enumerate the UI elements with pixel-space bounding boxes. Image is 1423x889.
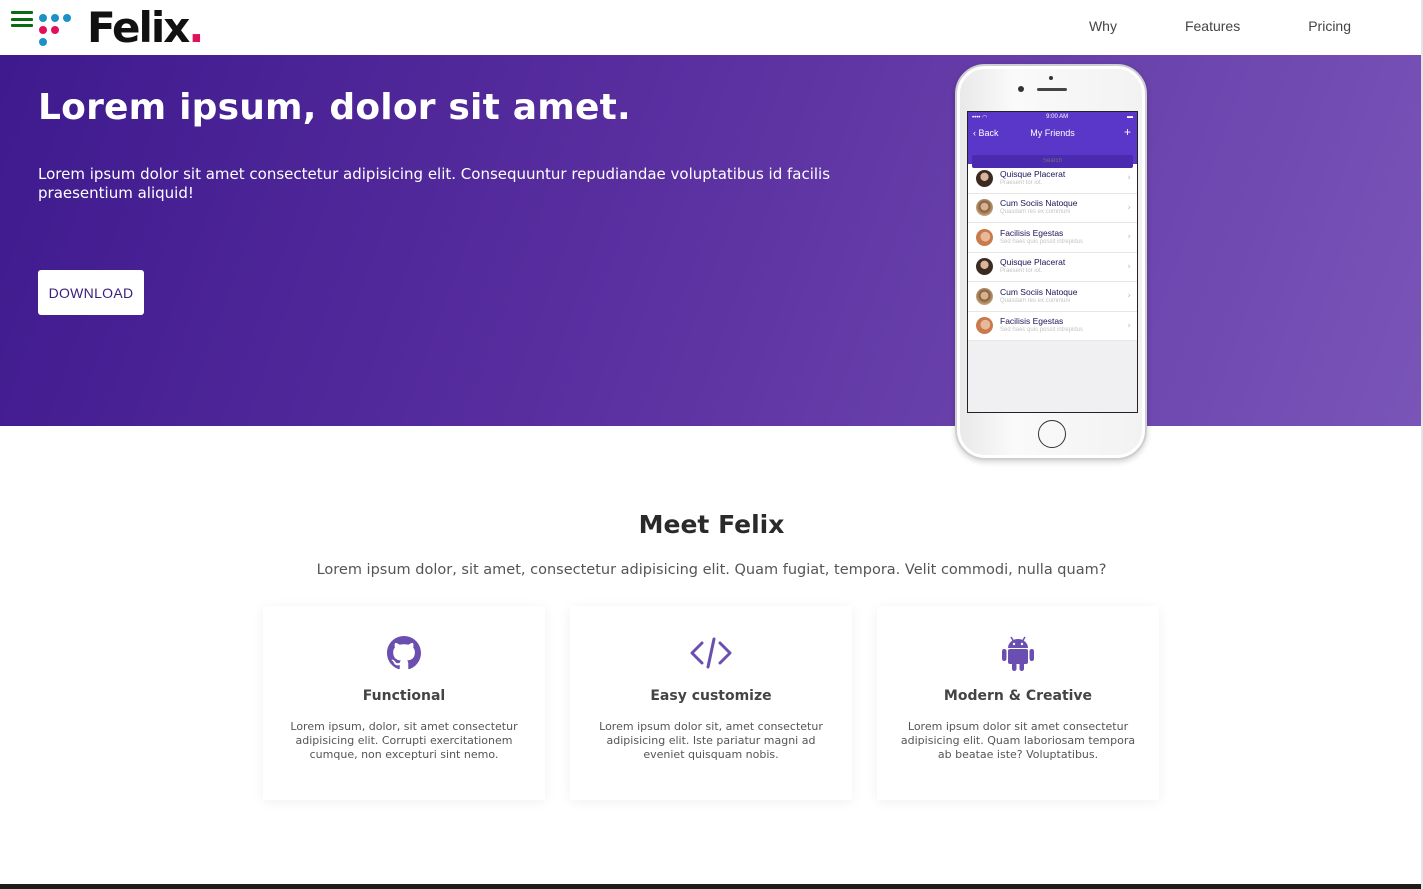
nav-links: Why Features Pricing [1021, 18, 1351, 34]
phone-screen: •••• ◠ 9:00 AM ▬ ‹ Back My Friends + Qui… [967, 111, 1138, 413]
avatar [976, 317, 993, 335]
friend-subtitle: Quasdam res ex communi [1000, 209, 1071, 216]
chevron-right-icon: › [1127, 261, 1131, 272]
hero-title: Lorem ipsum, dolor sit amet. [38, 87, 631, 128]
avatar [976, 258, 993, 276]
phone-sensor [1049, 76, 1053, 80]
bottom-bar [0, 884, 1423, 889]
list-item[interactable]: Quisque Placerat Praesent tor iot. › [968, 164, 1137, 194]
android-icon [877, 636, 1159, 672]
section-title: Meet Felix [638, 510, 785, 539]
friend-name: Quisque Placerat [1000, 257, 1066, 268]
phone-camera-icon [1018, 86, 1024, 92]
hamburger-menu-icon[interactable] [11, 11, 33, 27]
friend-subtitle: Sed haec quis possit intrepidus [1000, 327, 1084, 334]
list-item[interactable]: Cum Sociis Natoque Quasdam res ex communi… [968, 194, 1137, 223]
feature-card-customize: Easy customize Lorem ipsum dolor sit, am… [570, 606, 852, 800]
status-bar: •••• ◠ 9:00 AM ▬ [968, 112, 1137, 122]
code-icon [570, 636, 852, 672]
feature-card-functional: Functional Lorem ipsum, dolor, sit amet … [263, 606, 545, 800]
chevron-right-icon: › [1127, 320, 1131, 331]
avatar [976, 169, 993, 187]
app-bar: ‹ Back My Friends + [968, 122, 1137, 144]
chevron-right-icon: › [1127, 173, 1131, 183]
phone-mockup: •••• ◠ 9:00 AM ▬ ‹ Back My Friends + Qui… [955, 64, 1147, 460]
friend-subtitle: Praesent tor iot. [1000, 268, 1043, 275]
card-text: Lorem ipsum, dolor, sit amet consectetur… [290, 720, 518, 761]
chevron-right-icon: › [1127, 202, 1131, 213]
github-icon [263, 636, 545, 672]
logo-dots-icon [37, 10, 73, 46]
phone-speaker [1037, 88, 1067, 91]
app-title: My Friends [1030, 128, 1075, 138]
friend-name: Quisque Placerat [1000, 168, 1066, 179]
card-title: Modern & Creative [943, 688, 1093, 704]
card-text: Lorem ipsum dolor sit amet consectetur a… [900, 720, 1136, 761]
friend-name: Facilisis Egestas [1000, 227, 1064, 238]
friend-list: Quisque Placerat Praesent tor iot. › Cum … [968, 164, 1137, 341]
card-text: Lorem ipsum dolor sit, amet consectetur … [599, 720, 823, 761]
search-bar [968, 144, 1137, 168]
section-subtitle: Lorem ipsum dolor, sit amet, consectetur… [316, 562, 1107, 578]
friend-name: Cum Sociis Natoque [1000, 198, 1078, 209]
add-icon[interactable]: + [1124, 125, 1131, 139]
nav-link-why[interactable]: Why [1089, 18, 1117, 34]
page: Felix. Why Features Pricing Lorem ipsum,… [0, 0, 1423, 889]
avatar [976, 287, 993, 305]
list-item[interactable]: Facilisis Egestas Sed haec quis possit in… [968, 223, 1137, 253]
nav-link-features[interactable]: Features [1185, 18, 1240, 34]
download-button[interactable]: DOWNLOAD [38, 270, 144, 315]
card-title: Easy customize [650, 688, 772, 704]
list-item[interactable]: Quisque Placerat Praesent tor iot. › [968, 253, 1137, 282]
hero-section: Lorem ipsum, dolor sit amet. Lorem ipsum… [0, 55, 1423, 426]
avatar [976, 199, 993, 217]
nav-link-pricing[interactable]: Pricing [1308, 18, 1351, 34]
friend-subtitle: Sed haec quis possit intrepidus [1000, 238, 1084, 245]
top-nav: Felix. Why Features Pricing [0, 0, 1423, 55]
status-time: 9:00 AM [1046, 114, 1069, 120]
chevron-right-icon: › [1127, 232, 1131, 242]
list-item[interactable]: Cum Sociis Natoque Quasdam res ex communi… [968, 282, 1137, 312]
signal-icon: •••• ◠ [972, 114, 988, 121]
friend-subtitle: Quasdam res ex communi [1000, 297, 1071, 304]
battery-icon: ▬ [1126, 114, 1133, 120]
phone-home-button [1038, 420, 1066, 448]
list-item[interactable]: Facilisis Egestas Sed haec quis possit in… [968, 312, 1137, 341]
brand-name: Felix. [87, 3, 204, 52]
avatar [976, 228, 993, 246]
brand-logo[interactable]: Felix. [37, 3, 204, 52]
card-title: Functional [362, 688, 446, 704]
feature-card-modern: Modern & Creative Lorem ipsum dolor sit … [877, 606, 1159, 800]
friend-name: Cum Sociis Natoque [1000, 286, 1078, 297]
friend-subtitle: Praesent tor iot. [1000, 179, 1043, 186]
friend-name: Facilisis Egestas [1000, 316, 1064, 327]
hero-text: Lorem ipsum dolor sit amet consectetur a… [38, 165, 831, 202]
chevron-right-icon: › [1127, 291, 1131, 301]
